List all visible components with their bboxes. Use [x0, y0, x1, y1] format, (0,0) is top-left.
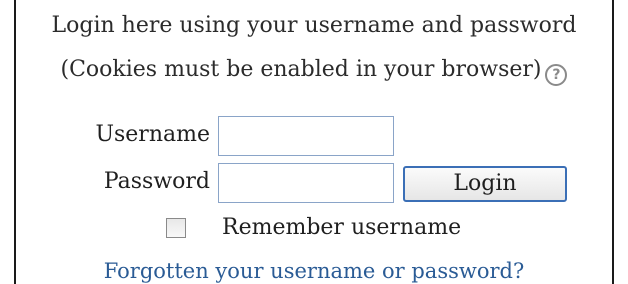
cookies-notice: (Cookies must be enabled in your browser…: [16, 57, 612, 86]
forgot-password-link[interactable]: Forgotten your username or password?: [16, 258, 612, 284]
username-input[interactable]: [218, 116, 394, 156]
remember-username-checkbox[interactable]: [166, 218, 186, 238]
login-heading: Login here using your username and passw…: [16, 13, 612, 39]
login-instructions: Login here using your username and passw…: [51, 13, 577, 38]
remember-username-label[interactable]: Remember username: [222, 215, 461, 241]
password-label: Password: [103, 169, 210, 194]
username-label: Username: [95, 122, 210, 147]
password-input[interactable]: [218, 163, 394, 203]
login-button[interactable]: Login: [403, 166, 567, 202]
help-icon[interactable]: ?: [545, 64, 568, 86]
login-panel: Login here using your username and passw…: [14, 0, 614, 284]
cookies-notice-text: (Cookies must be enabled in your browser…: [60, 57, 542, 82]
